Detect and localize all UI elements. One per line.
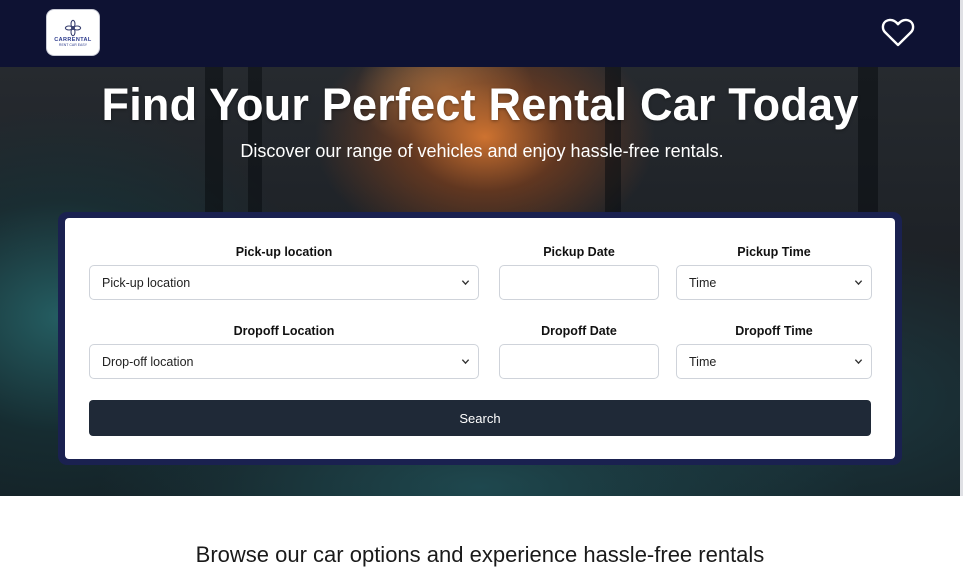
dropoff-location-label: Dropoff Location	[233, 324, 335, 338]
hero-subtitle: Discover our range of vehicles and enjoy…	[240, 141, 724, 161]
pickup-time-select[interactable]: Time	[676, 265, 872, 300]
pickup-time-label: Pickup Time	[737, 245, 811, 259]
dropoff-date-input[interactable]	[499, 344, 659, 379]
dropoff-time-value: Time	[689, 354, 717, 369]
chevron-down-icon	[461, 359, 470, 365]
pickup-date-label: Pickup Date	[543, 245, 615, 259]
chevron-down-icon	[854, 280, 863, 286]
pickup-date-input[interactable]	[499, 265, 659, 300]
pickup-location-select[interactable]: Pick-up location	[89, 265, 479, 300]
hero-title: Find Your Perfect Rental Car Today	[101, 79, 859, 130]
top-navigation-bar: CARRENTAL RENT CAR EASY	[0, 0, 960, 67]
dropoff-time-label: Dropoff Time	[735, 324, 813, 338]
dropoff-location-value: Drop-off location	[102, 354, 194, 369]
pickup-time-value: Time	[689, 275, 717, 290]
chevron-down-icon	[854, 359, 863, 365]
logo-tagline: RENT CAR EASY	[58, 42, 88, 47]
logo[interactable]: CARRENTAL RENT CAR EASY	[47, 10, 99, 55]
flower-logo-icon	[64, 19, 82, 36]
browse-section-heading: Browse our car options and experience ha…	[195, 542, 765, 567]
dropoff-time-select[interactable]: Time	[676, 344, 872, 379]
search-form: Pick-up location Pickup Date Pickup Time…	[65, 218, 895, 459]
chevron-down-icon	[461, 280, 470, 286]
pickup-location-label: Pick-up location	[235, 245, 333, 259]
dropoff-location-select[interactable]: Drop-off location	[89, 344, 479, 379]
heart-icon[interactable]	[881, 17, 915, 48]
hero-banner: Find Your Perfect Rental Car Today Disco…	[0, 67, 960, 496]
search-button[interactable]: Search	[89, 400, 871, 436]
pickup-location-value: Pick-up location	[102, 275, 191, 290]
search-panel: Pick-up location Pickup Date Pickup Time…	[58, 212, 902, 465]
dropoff-date-label: Dropoff Date	[541, 324, 617, 338]
